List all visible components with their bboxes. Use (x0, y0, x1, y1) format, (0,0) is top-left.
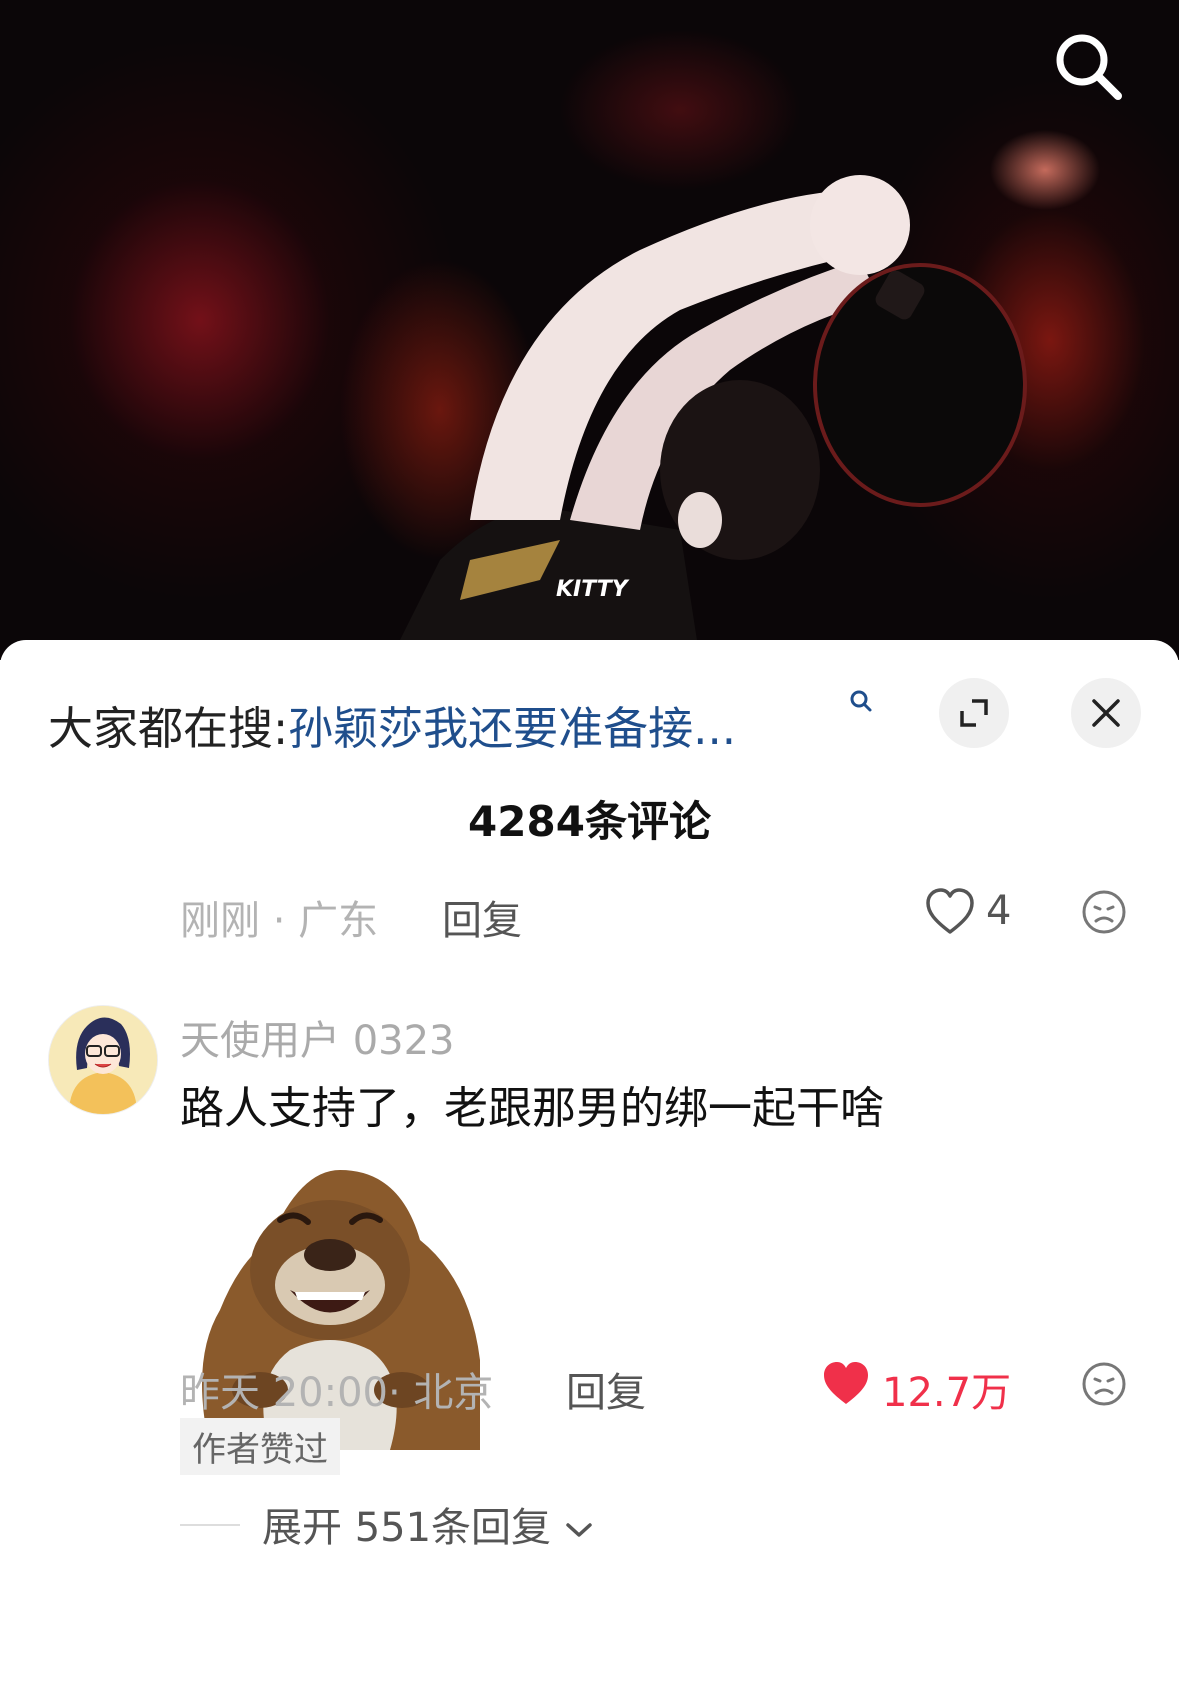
comment-meta: 刚刚 · 广东 (180, 898, 379, 944)
comment-username[interactable]: 天使用户 0323 (180, 1008, 455, 1066)
hot-search-prefix: 大家都在搜: (48, 702, 289, 755)
search-icon[interactable] (1050, 28, 1126, 104)
author-liked-badge: 作者赞过 (180, 1418, 340, 1475)
expand-replies-label: 展开 551条回复 (262, 1505, 552, 1551)
close-icon (1092, 699, 1120, 727)
chevron-down-icon (566, 1523, 592, 1537)
like-count: 4 (986, 888, 1012, 934)
comments-count: 4284条评论 (468, 797, 711, 846)
search-small-icon[interactable] (848, 688, 874, 714)
avatar[interactable] (48, 1005, 158, 1115)
expand-replies-button[interactable]: 展开 551条回复 (262, 1495, 594, 1553)
dislike-face-icon[interactable] (1080, 888, 1128, 936)
video-frame-figure: KITTY (390, 175, 1027, 660)
reply-button[interactable]: 回复 (442, 888, 522, 946)
expand-button[interactable] (939, 678, 1009, 748)
video-player[interactable]: KITTY (0, 0, 1179, 660)
like-count: 12.7万 (882, 1370, 1012, 1416)
hot-search-query[interactable]: 孙颖莎我还要准备接... (288, 702, 736, 755)
close-button[interactable] (1071, 678, 1141, 748)
dislike-face-icon[interactable] (1080, 1360, 1128, 1408)
divider (180, 1524, 240, 1526)
comment-meta: 昨天 20:00· 北京 (180, 1370, 494, 1416)
comment-text: 路人支持了，老跟那男的绑一起干啥 (180, 1083, 884, 1134)
reply-button[interactable]: 回复 (566, 1360, 646, 1418)
hot-search-bar[interactable]: 大家都在搜:孙颖莎我还要准备接... (48, 692, 736, 757)
heart-outline-icon[interactable] (924, 886, 976, 942)
heart-filled-icon[interactable] (820, 1358, 872, 1414)
comment-sheet: 大家都在搜:孙颖莎我还要准备接... 4284条评论 刚刚 · 广东 回复 4 (0, 640, 1179, 1695)
video-overlay-text: KITTY (556, 577, 630, 602)
expand-icon (960, 699, 988, 727)
